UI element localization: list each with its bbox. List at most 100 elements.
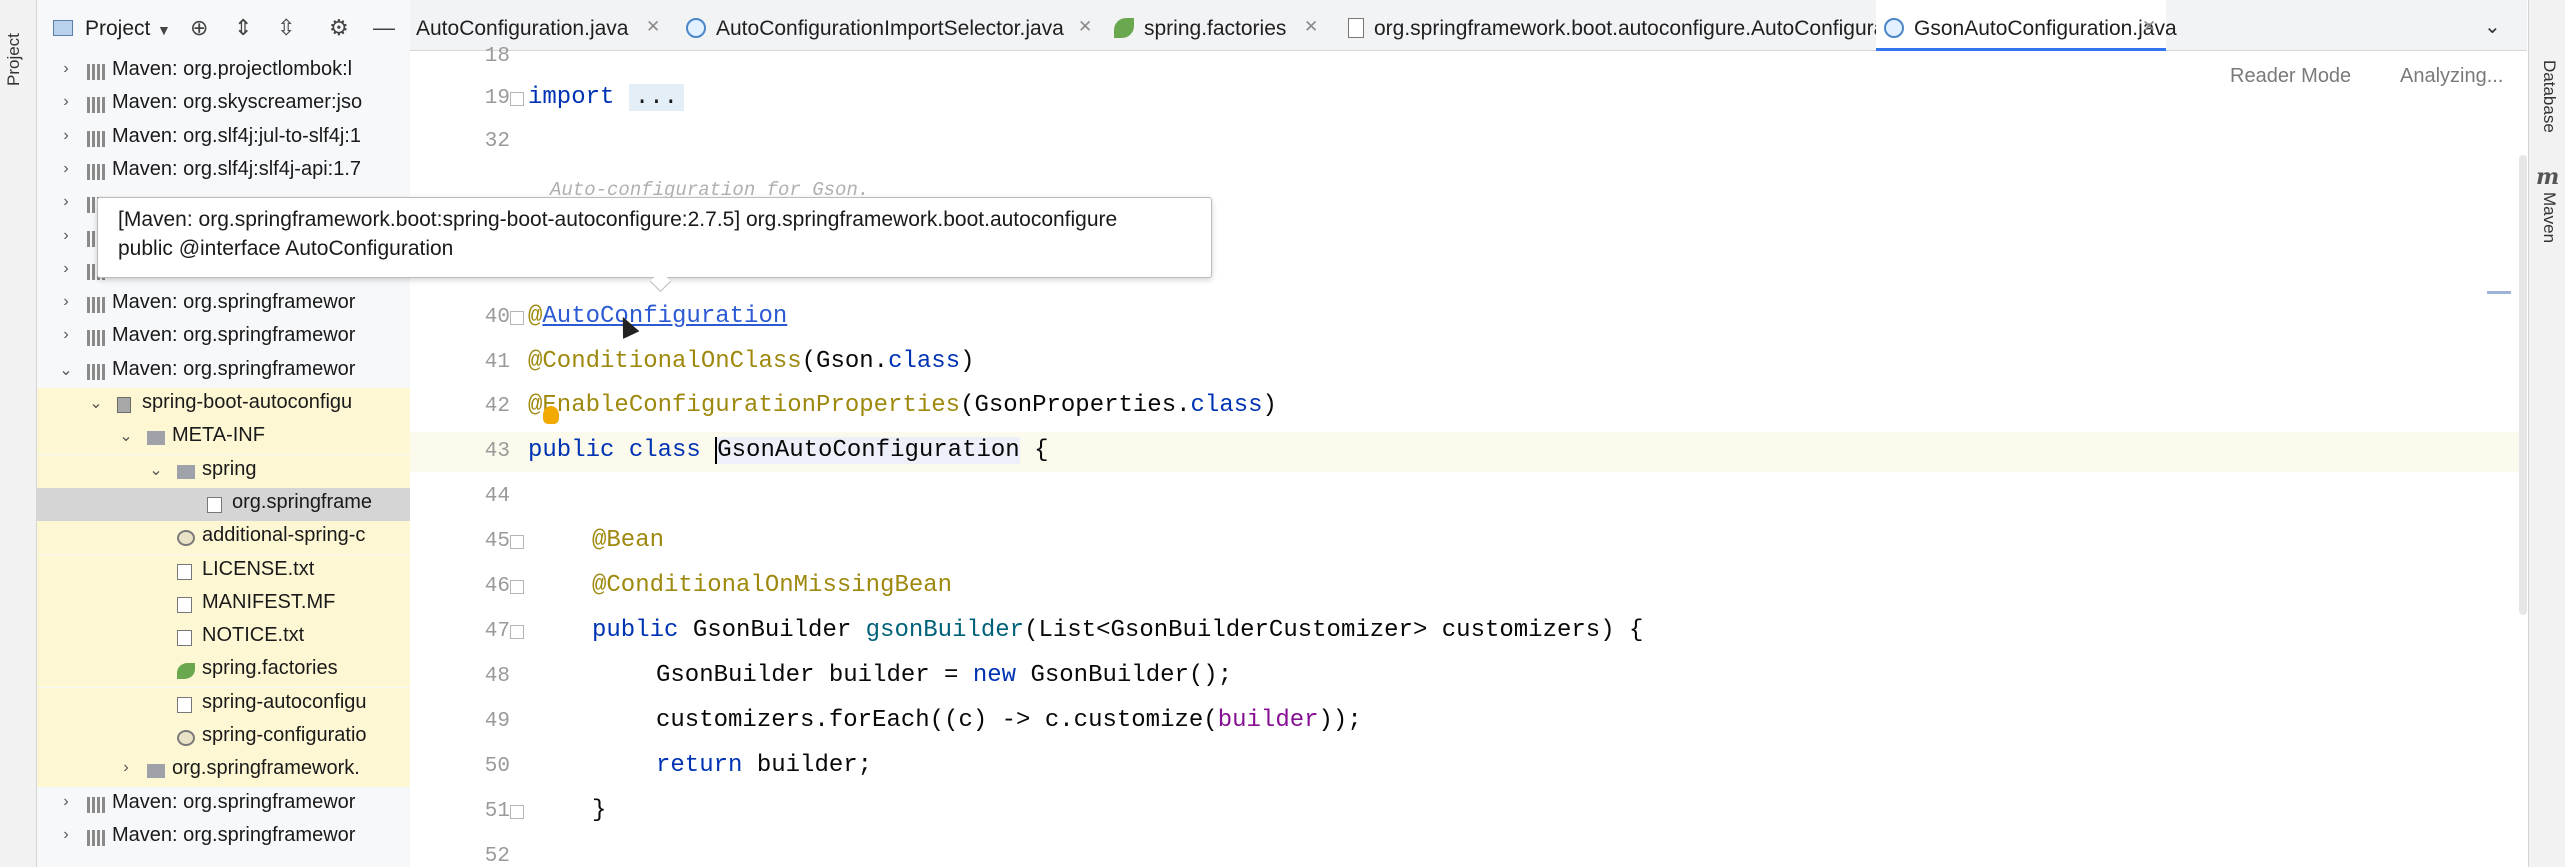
tab-spring-factories[interactable]: spring.factories ✕ (1110, 0, 1330, 50)
tree-item[interactable]: additional-spring-c (37, 521, 410, 555)
scroll-marker (2487, 291, 2511, 294)
tree-item[interactable]: ⌄ spring-boot-autoconfigu (37, 388, 410, 421)
close-icon[interactable]: ✕ (1078, 17, 1092, 37)
chevron-down-icon[interactable]: ▼ (157, 22, 171, 38)
autoconfiguration-annotation-link[interactable]: AutoConfiguration (542, 303, 787, 330)
library-icon (87, 163, 105, 180)
class-name: GsonAutoConfiguration (715, 437, 1020, 464)
tab-autoconfiguration-imports[interactable]: org.springframework.boot.autoconfigure.A… (1344, 0, 1994, 50)
locate-file-icon[interactable]: ⊕ (190, 15, 208, 41)
quick-documentation-tooltip: [Maven: org.springframework.boot:spring-… (97, 197, 1212, 293)
jar-icon (117, 397, 131, 413)
tab-autoconfigurationimportselector[interactable]: AutoConfigurationImportSelector.java ✕ (682, 0, 1102, 50)
folder-icon (147, 431, 165, 446)
vertical-scrollbar[interactable] (2519, 155, 2527, 615)
chevron-right-icon[interactable]: › (57, 60, 75, 78)
fold-marker-icon[interactable] (510, 535, 524, 549)
chevron-right-icon[interactable]: › (57, 93, 75, 111)
folder-icon (177, 464, 195, 479)
fold-marker-icon[interactable] (510, 805, 524, 819)
database-tool-tab[interactable]: Database (2539, 60, 2559, 133)
tab-label: AutoConfiguration.java (416, 17, 629, 40)
folded-imports[interactable]: ... (628, 84, 685, 111)
chevron-down-icon[interactable]: ⌄ (147, 460, 165, 480)
chevron-down-icon[interactable]: ⌄ (117, 426, 135, 446)
chevron-right-icon[interactable]: › (117, 759, 135, 777)
code-line-50: return builder; (656, 752, 872, 779)
chevron-right-icon[interactable]: › (57, 260, 75, 278)
analyzing-status: Analyzing... (2400, 65, 2504, 87)
code-line-40: @AutoConfiguration (528, 303, 787, 330)
spring-icon (177, 663, 195, 680)
tree-item[interactable]: NOTICE.txt (37, 621, 410, 655)
tree-item[interactable]: › Maven: org.springframewor (37, 321, 410, 354)
tree-item[interactable]: MANIFEST.MF (37, 587, 410, 621)
fold-marker-icon[interactable] (510, 311, 524, 325)
chevron-down-icon[interactable]: ⌄ (57, 360, 75, 380)
conditional-on-class-annotation: @ConditionalOnClass (528, 348, 802, 375)
chevron-right-icon[interactable]: › (57, 293, 75, 311)
tree-item[interactable]: org.springframe (37, 487, 410, 521)
variable-builder: builder (1217, 707, 1319, 734)
file-icon (177, 696, 192, 713)
maven-icon[interactable]: m (2536, 164, 2559, 190)
code-token: (GsonProperties. (960, 392, 1191, 419)
chevron-right-icon[interactable]: › (57, 193, 75, 211)
tree-item[interactable]: › Maven: org.skyscreamer:jso (37, 88, 410, 121)
class-icon (686, 18, 706, 38)
code-line-49: customizers.forEach((c) -> c.customize(b… (656, 707, 1362, 734)
tree-item[interactable]: ⌄ Maven: org.springframewor (37, 355, 410, 388)
tree-item[interactable]: › Maven: org.springframewor (37, 821, 410, 854)
method-name: gsonBuilder (865, 617, 1025, 644)
tree-item[interactable]: spring.factories (37, 654, 410, 688)
tree-item[interactable]: ⌄ spring (37, 454, 410, 488)
tab-label: AutoConfigurationImportSelector.java (716, 17, 1064, 40)
tooltip-signature: public @interface AutoConfiguration (118, 237, 454, 260)
chevron-right-icon[interactable]: › (57, 826, 75, 844)
fold-marker-icon[interactable] (510, 625, 524, 639)
hide-panel-icon[interactable]: — (373, 15, 395, 41)
tab-label: spring.factories (1144, 17, 1287, 40)
collapse-all-icon[interactable]: ⇳ (277, 15, 295, 41)
chevron-down-icon[interactable]: ⌄ (87, 393, 105, 413)
reader-mode-button[interactable]: Reader Mode (2230, 65, 2351, 88)
chevron-right-icon[interactable]: › (57, 127, 75, 145)
expand-all-icon[interactable]: ⇕ (234, 15, 252, 41)
fold-marker-icon[interactable] (510, 580, 524, 594)
tree-item-label: Maven: org.skyscreamer:jso (112, 91, 363, 114)
maven-tool-tab[interactable]: Maven (2539, 192, 2559, 243)
chevron-right-icon[interactable]: › (57, 227, 75, 245)
project-tool-tab[interactable]: Project (4, 33, 24, 86)
method-signature: (List<GsonBuilderCustomizer> customizers… (1024, 617, 1644, 644)
close-icon[interactable]: ✕ (2142, 17, 2156, 37)
tab-autoconfiguration[interactable]: AutoConfiguration.java ✕ (410, 0, 670, 50)
close-icon[interactable]: ✕ (1304, 17, 1318, 37)
tree-item[interactable]: spring-autoconfigu (37, 687, 410, 721)
tree-item[interactable]: › Maven: org.springframewor (37, 788, 410, 821)
tab-list-chevron-down-icon[interactable]: ⌄ (2484, 14, 2501, 39)
tree-item[interactable]: › Maven: org.projectlombok:l (37, 55, 410, 88)
tree-item[interactable]: ⌄ META-INF (37, 421, 410, 455)
chevron-right-icon[interactable]: › (57, 793, 75, 811)
tree-item[interactable]: spring-configuratio (37, 721, 410, 754)
class-keyword: class (888, 348, 961, 375)
tree-item[interactable]: › org.springframework. (37, 754, 410, 788)
project-view-selector[interactable]: Project (85, 17, 150, 41)
fold-marker-icon[interactable] (510, 92, 524, 106)
tree-item[interactable]: › Maven: org.slf4j:jul-to-slf4j:1 (37, 122, 410, 155)
tree-item[interactable]: LICENSE.txt (37, 554, 410, 588)
tab-gsonautoconfiguration[interactable]: GsonAutoConfiguration.java ✕ (1876, 0, 2177, 51)
close-icon[interactable]: ✕ (646, 17, 660, 37)
tree-item-label: spring.factories (202, 657, 338, 680)
lightbulb-icon[interactable] (543, 406, 559, 424)
tree-item[interactable]: › Maven: org.slf4j:slf4j-api:1.7 (37, 155, 410, 188)
import-keyword: import (528, 84, 615, 111)
tree-item[interactable]: › Maven: org.springframewor (37, 288, 410, 321)
chevron-right-icon[interactable]: › (57, 326, 75, 344)
chevron-right-icon[interactable]: › (57, 160, 75, 178)
gear-icon[interactable]: ⚙ (329, 15, 349, 41)
code-token: ) (960, 348, 975, 375)
line-number: 44 (484, 485, 510, 508)
spring-icon (1114, 18, 1134, 38)
code-editor[interactable]: Reader Mode Analyzing... 18 19 32 40 41 … (410, 45, 2527, 868)
